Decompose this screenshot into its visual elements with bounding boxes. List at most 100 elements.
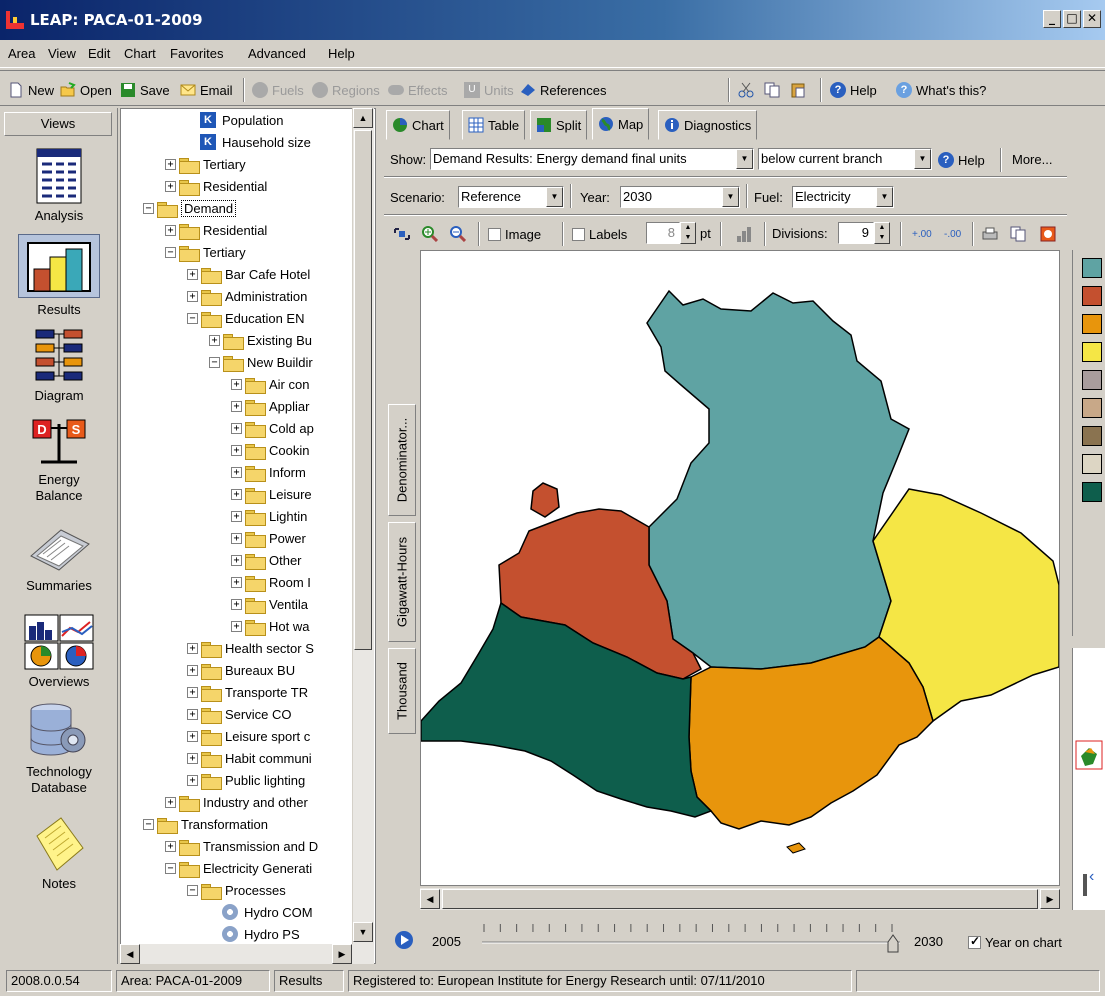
tab-chart[interactable]: Chart [386, 110, 450, 140]
expand-icon[interactable]: + [231, 378, 242, 390]
map-horizontal-scrollbar[interactable]: ◀ ▶ [420, 888, 1060, 910]
fuels-button[interactable]: Fuels [252, 80, 304, 100]
expand-icon[interactable]: + [165, 840, 176, 852]
tree-node[interactable]: + Room I [231, 571, 311, 593]
expand-icon[interactable]: + [165, 224, 176, 236]
expand-icon[interactable]: + [231, 466, 242, 478]
collapse-icon[interactable]: − [143, 202, 154, 214]
overview-minimap[interactable]: ‹ [1072, 648, 1105, 910]
map-copy-button[interactable] [1010, 224, 1026, 244]
minimize-button[interactable]: _ [1043, 10, 1061, 28]
scroll-left-arrow-icon[interactable]: ◀ [420, 889, 440, 909]
tree-node[interactable]: − Demand [143, 197, 237, 219]
tree-node[interactable]: + Cookin [231, 439, 309, 461]
tab-denominator[interactable]: Denominator... [388, 404, 416, 516]
menu-advanced[interactable]: Advanced [248, 46, 306, 61]
show-select[interactable]: Demand Results: Energy demand final unit… [430, 148, 754, 170]
expand-icon[interactable]: + [165, 796, 176, 808]
year-slider[interactable] [480, 916, 900, 956]
zoom-extent-button[interactable] [394, 224, 410, 244]
labels-checkbox-box[interactable] [572, 227, 585, 241]
references-button[interactable]: References [520, 80, 606, 100]
view-energy-balance[interactable]: D S Energy Balance [0, 418, 118, 504]
tree-node[interactable]: K Population [187, 109, 283, 131]
collapse-arrow-icon[interactable]: ‹ [1089, 868, 1094, 886]
year-select[interactable]: 2030 ▼ [620, 186, 740, 208]
scenario-select[interactable]: Reference ▼ [458, 186, 564, 208]
tree-node[interactable]: + Industry and other [165, 791, 308, 813]
tree-node[interactable]: + Bureaux BU [187, 659, 295, 681]
tree-node[interactable]: + Health sector S [187, 637, 314, 659]
tab-thousand[interactable]: Thousand [388, 648, 416, 734]
email-button[interactable]: Email [180, 80, 233, 100]
scroll-right-arrow-icon[interactable]: ▶ [332, 944, 352, 964]
expand-icon[interactable]: + [231, 510, 242, 522]
branch-select[interactable]: below current branch ▼ [758, 148, 932, 170]
labels-checkbox[interactable]: Labels [572, 224, 627, 244]
play-icon[interactable] [394, 930, 414, 950]
view-summaries[interactable]: Summaries [0, 526, 118, 594]
expand-icon[interactable]: + [165, 180, 176, 192]
tree-node[interactable]: − Transformation [143, 813, 268, 835]
tree-node[interactable]: + Lightin [231, 505, 307, 527]
label-size-spinner[interactable]: ▲ ▼ [680, 222, 696, 244]
tree-node[interactable]: + Air con [231, 373, 309, 395]
tree-node[interactable]: Hydro COM [209, 901, 313, 923]
more-button[interactable]: More... [1012, 152, 1052, 167]
expand-icon[interactable]: + [187, 730, 198, 742]
minimap-handle[interactable] [1083, 874, 1087, 896]
tree-node[interactable]: K Hausehold size [187, 131, 311, 153]
view-overviews[interactable]: Overviews [0, 614, 118, 690]
expand-icon[interactable]: + [231, 620, 242, 632]
image-checkbox[interactable]: Image [488, 224, 541, 244]
collapse-icon[interactable]: − [165, 862, 176, 874]
map-region-west-enclave[interactable] [530, 482, 560, 518]
tree-horizontal-scrollbar[interactable]: ◀ ▶ [120, 944, 374, 964]
view-results[interactable]: Results [0, 234, 118, 318]
expand-icon[interactable]: + [231, 400, 242, 412]
expand-icon[interactable]: + [165, 158, 176, 170]
image-checkbox-box[interactable] [488, 227, 501, 241]
expand-icon[interactable]: + [187, 686, 198, 698]
scroll-right-arrow-icon[interactable]: ▶ [1040, 889, 1060, 909]
collapse-icon[interactable]: − [209, 356, 220, 368]
save-button[interactable]: Save [120, 80, 170, 100]
expand-icon[interactable]: + [231, 444, 242, 456]
increase-decimals-button[interactable]: +.00 [912, 224, 932, 244]
region-map[interactable] [420, 251, 1060, 885]
tree-node[interactable]: + Appliar [231, 395, 309, 417]
tree-node[interactable]: + Residential [165, 175, 267, 197]
decrease-decimals-button[interactable]: -.00 [944, 224, 961, 244]
tree-node[interactable]: Hydro PS [209, 923, 300, 945]
menu-help[interactable]: Help [328, 46, 355, 61]
expand-icon[interactable]: + [231, 576, 242, 588]
tree-vertical-scrollbar[interactable]: ▲ ▼ [352, 108, 374, 944]
collapse-icon[interactable]: − [187, 884, 198, 896]
help-button[interactable]: ? Help [830, 80, 877, 100]
tree-node[interactable]: + Leisure sport c [187, 725, 310, 747]
units-button[interactable]: U Units [464, 80, 514, 100]
effects-button[interactable]: Effects [388, 80, 448, 100]
tree-node[interactable]: + Public lighting [187, 769, 305, 791]
paste-button[interactable] [790, 80, 806, 100]
menu-view[interactable]: View [48, 46, 76, 61]
tree-node[interactable]: + Hot wa [231, 615, 309, 637]
close-button[interactable]: ✕ [1083, 10, 1101, 28]
legend-swatch[interactable] [1082, 370, 1102, 390]
map-export-button[interactable] [1040, 224, 1056, 244]
legend-swatch[interactable] [1082, 454, 1102, 474]
view-diagram[interactable]: Diagram [0, 328, 118, 404]
map-scroll-thumb[interactable] [442, 889, 1038, 909]
collapse-icon[interactable]: − [165, 246, 176, 258]
collapse-icon[interactable]: − [187, 312, 198, 324]
tree-node[interactable]: − Tertiary [165, 241, 246, 263]
scroll-left-arrow-icon[interactable]: ◀ [120, 944, 140, 964]
tree-node[interactable]: + Transmission and D [165, 835, 318, 857]
expand-icon[interactable]: + [231, 532, 242, 544]
tree-node[interactable]: + Existing Bu [209, 329, 312, 351]
expand-icon[interactable]: + [187, 664, 198, 676]
regions-button[interactable]: Regions [312, 80, 380, 100]
scroll-down-arrow-icon[interactable]: ▼ [353, 922, 373, 942]
view-notes[interactable]: Notes [0, 816, 118, 892]
expand-icon[interactable]: + [209, 334, 220, 346]
